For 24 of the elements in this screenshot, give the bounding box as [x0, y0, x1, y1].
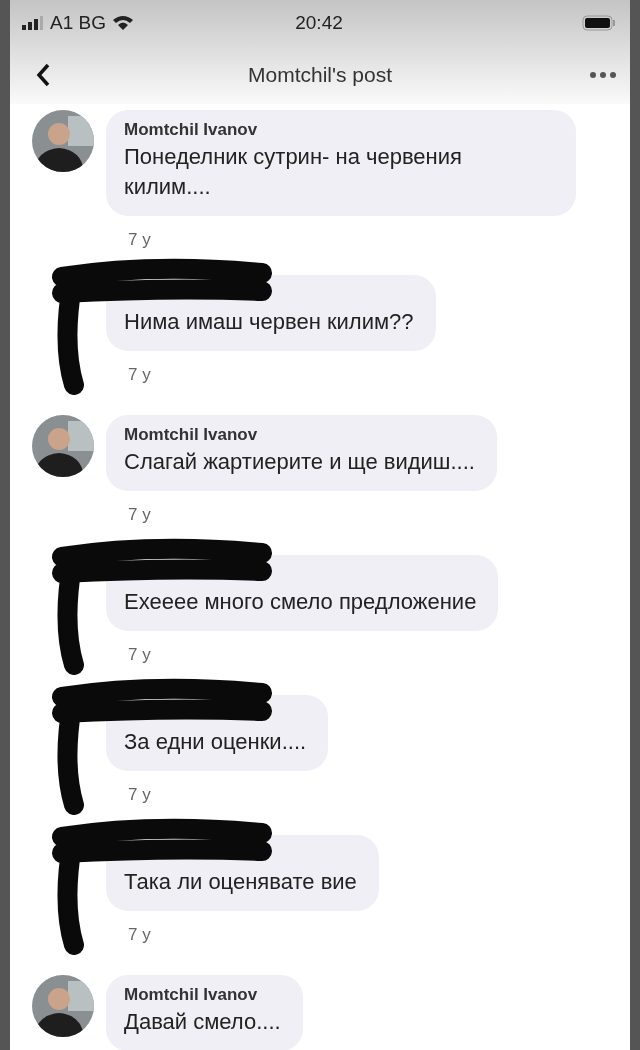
comment-text: За едни оценки.... — [124, 728, 307, 756]
wifi-icon — [112, 15, 134, 31]
battery-icon — [582, 15, 616, 31]
more-icon[interactable] — [590, 72, 616, 78]
comment-text: Давай смело.... — [124, 1008, 281, 1036]
back-icon[interactable] — [36, 63, 50, 87]
comment-text: Слагай жартиерите и ще видиш.... — [124, 448, 475, 476]
comment-time: 7 y — [128, 505, 151, 525]
comment-time: 7 y — [128, 230, 151, 250]
comment-text: Нима имаш червен килим?? — [124, 308, 414, 336]
signal-icon — [22, 16, 44, 30]
comment-time: 7 y — [128, 925, 151, 945]
page-title: Momtchil's post — [246, 63, 393, 87]
comment-text: Понеделник сутрин- на червения килим.... — [124, 143, 463, 201]
comment-text: Ехееее много смело предложение — [124, 588, 477, 616]
comment-text: Така ли оценявате вие — [124, 868, 357, 896]
author-name[interactable]: Momtchil Ivanov — [124, 120, 554, 142]
comment-time: 7 y — [128, 645, 151, 665]
author-name[interactable]: Momtchil Ivanov — [124, 425, 475, 447]
comment-time: 7 y — [128, 785, 151, 805]
clock: 20:42 — [295, 12, 343, 34]
comment-time: 7 y — [128, 365, 151, 385]
author-name[interactable]: Momtchil Ivanov — [124, 985, 281, 1007]
carrier-name: A1 BG — [50, 12, 106, 34]
